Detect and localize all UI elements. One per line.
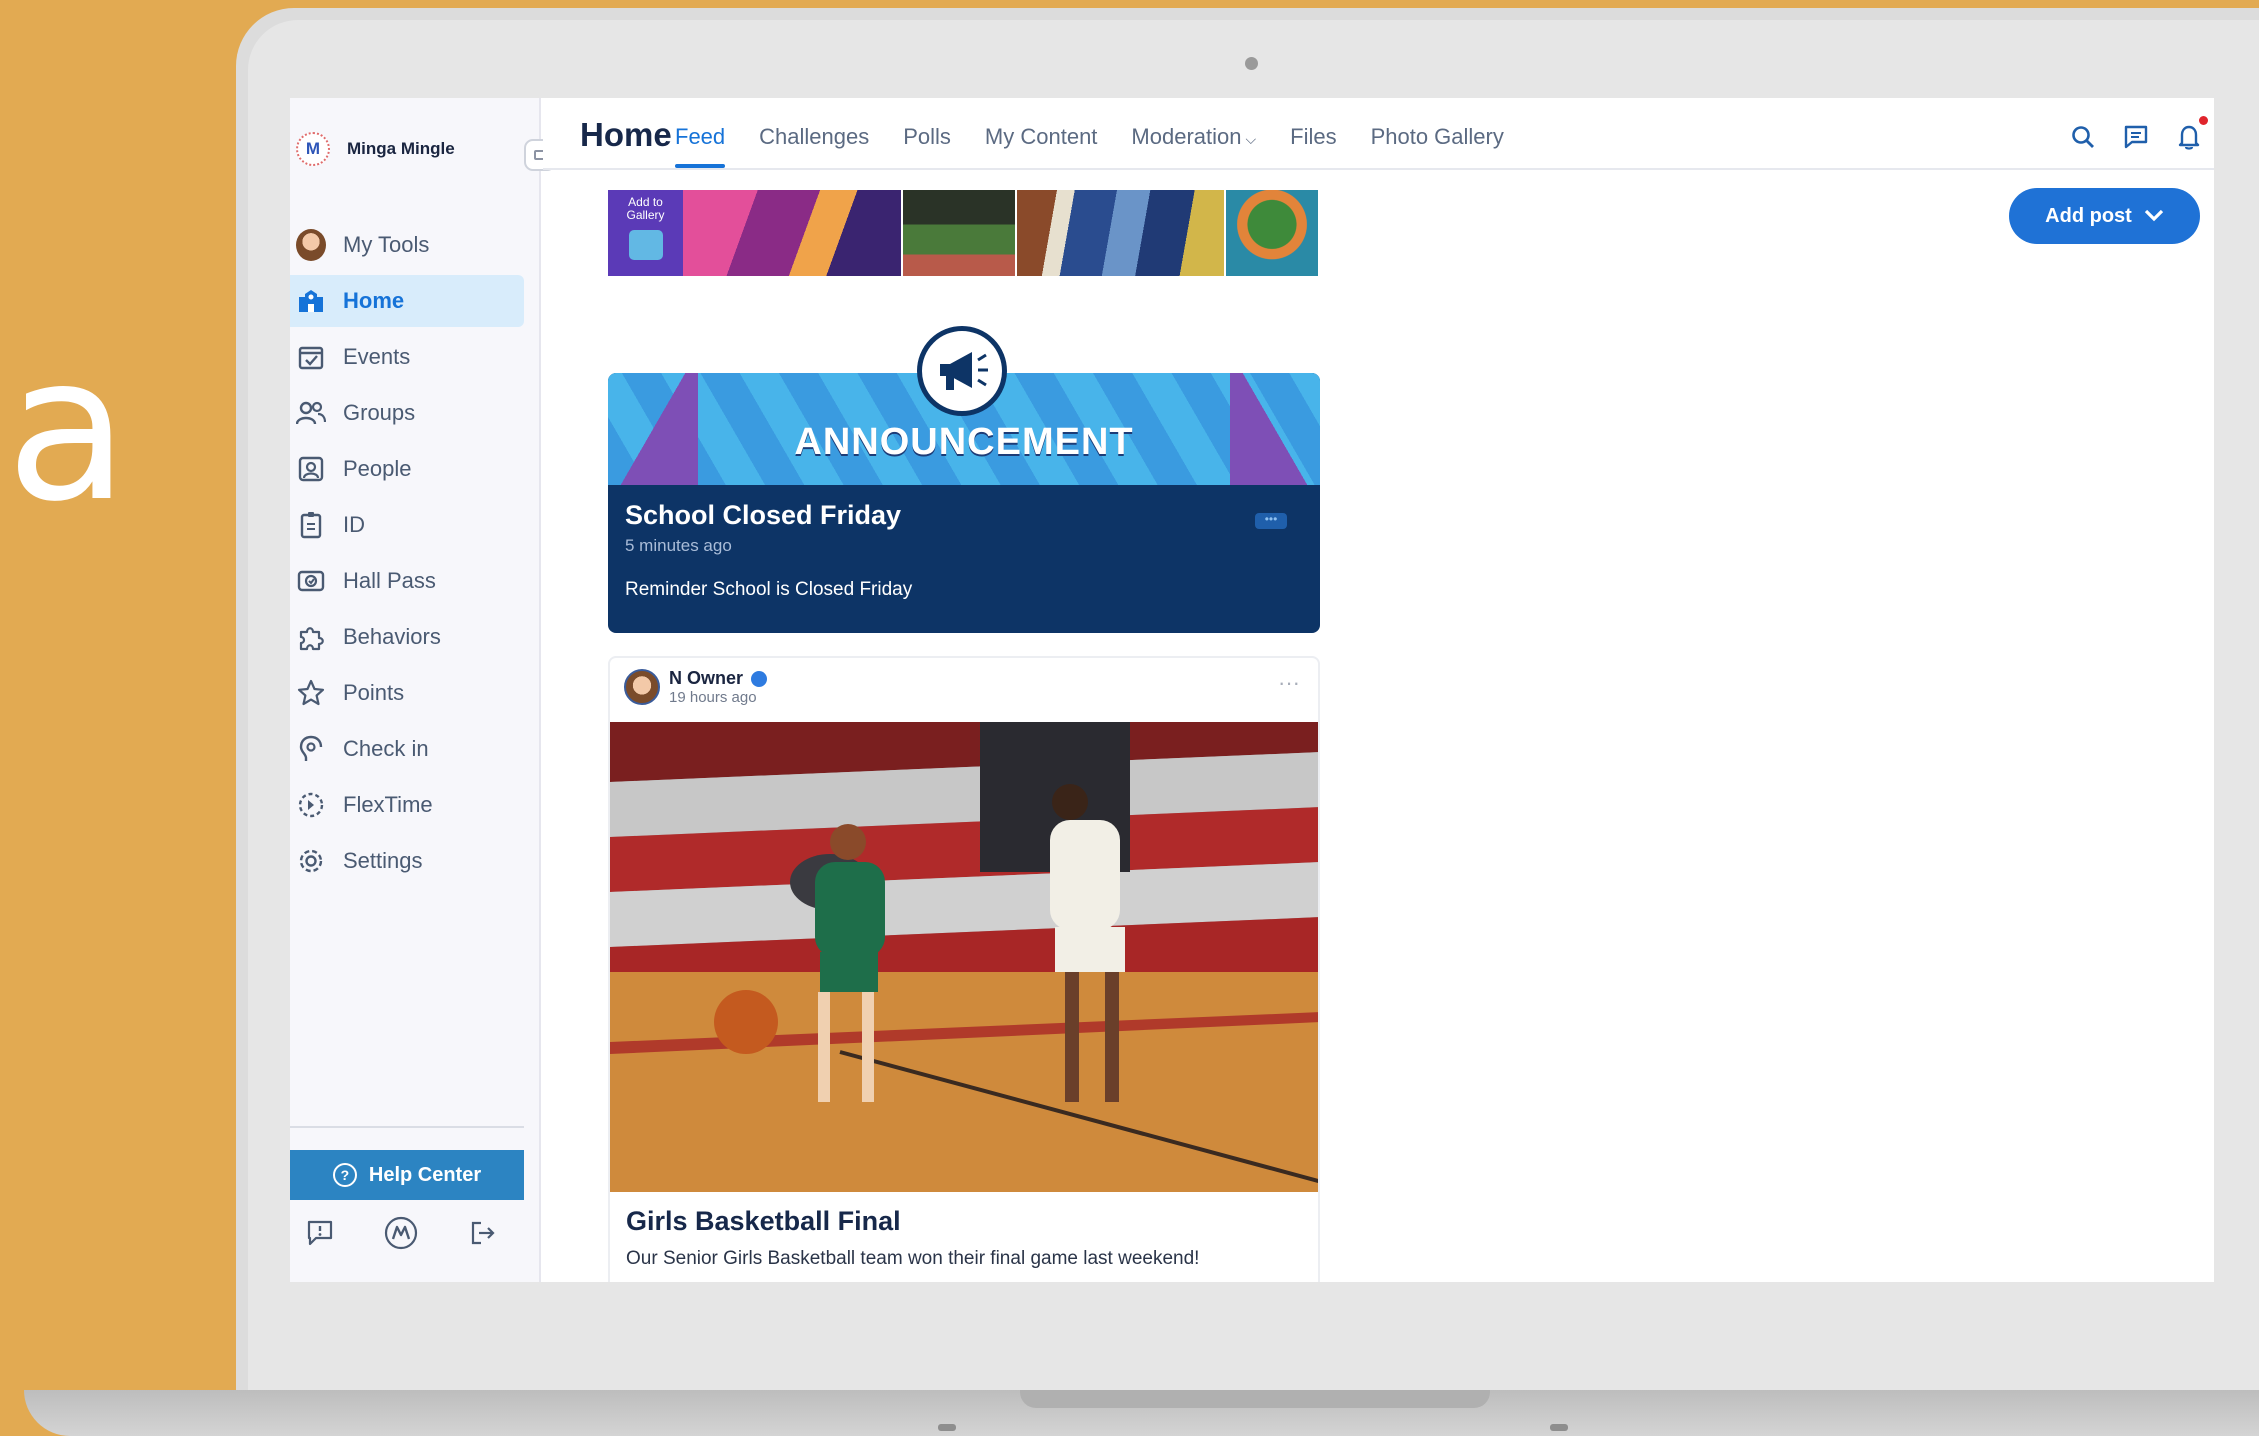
chevron-down-icon <box>2144 206 2164 227</box>
add-to-gallery-label: Add to Gallery <box>626 195 665 223</box>
gallery-photo[interactable] <box>903 190 1015 276</box>
post-title: Girls Basketball Final <box>626 1206 901 1236</box>
laptop-foot <box>1550 1424 1568 1431</box>
sidebar-item-label: Groups <box>343 400 416 425</box>
sidebar-item-id[interactable]: ID <box>290 499 524 551</box>
app-screen: M Minga Mingle My Tools Home Events Grou… <box>290 98 2214 1282</box>
calendar-check-icon <box>296 342 326 372</box>
sidebar-item-check-in[interactable]: Check in <box>290 723 524 775</box>
id-card-icon <box>296 510 326 540</box>
star-icon <box>296 678 326 708</box>
post-time: 19 hours ago <box>669 689 757 706</box>
help-icon: ? <box>332 1163 357 1187</box>
megaphone-icon <box>917 326 1007 416</box>
sidebar-item-label: Behaviors <box>343 624 441 649</box>
sidebar-item-label: My Tools <box>343 232 430 257</box>
laptop-foot <box>938 1424 956 1431</box>
sidebar-item-hall-pass[interactable]: Hall Pass <box>290 555 524 607</box>
check-in-icon <box>296 734 326 764</box>
laptop-notch <box>1020 1390 1490 1408</box>
sidebar-divider <box>290 1126 524 1128</box>
search-icon[interactable] <box>2068 122 2098 152</box>
sidebar: M Minga Mingle My Tools Home Events Grou… <box>290 98 541 1282</box>
flextime-icon <box>296 790 326 820</box>
sidebar-item-points[interactable]: Points <box>290 667 524 719</box>
background-letter: a <box>6 313 129 546</box>
more-options-icon[interactable]: ••• <box>1255 513 1287 529</box>
gallery-photo[interactable] <box>683 190 901 276</box>
post-author-name-text: N Owner <box>669 668 744 688</box>
add-post-button[interactable]: Add post <box>2009 188 2200 244</box>
sidebar-item-flextime[interactable]: FlexTime <box>290 779 524 831</box>
notifications-icon[interactable] <box>2174 116 2208 152</box>
messages-icon[interactable] <box>2121 122 2151 152</box>
help-center-label: Help Center <box>368 1163 482 1186</box>
person-badge-icon <box>296 454 326 484</box>
user-avatar-icon <box>296 229 326 261</box>
sidebar-item-label: ID <box>343 512 365 537</box>
sidebar-hidden <box>290 98 524 150</box>
sidebar-item-settings[interactable]: Settings <box>290 835 524 887</box>
post-body: Our Senior Girls Basketball team won the… <box>626 1248 1200 1269</box>
help-center-button[interactable]: ? Help Center <box>290 1150 524 1200</box>
sidebar-item-home[interactable]: Home <box>290 275 524 327</box>
hall-pass-icon <box>296 566 326 596</box>
minga-icon[interactable] <box>384 1216 418 1250</box>
add-to-gallery-button[interactable]: Add to Gallery <box>608 190 683 276</box>
puzzle-icon <box>296 622 326 652</box>
sidebar-item-label: Hall Pass <box>343 568 436 593</box>
gallery-photo[interactable] <box>1017 190 1224 276</box>
feed: Add to Gallery ANNOUNCEMENT School Close… <box>608 98 1320 1282</box>
post-author: N Owner 19 hours ago <box>669 668 768 706</box>
sidebar-item-label: Points <box>343 680 405 705</box>
add-post-label: Add post <box>2045 204 2132 227</box>
post-image[interactable] <box>610 722 1318 1192</box>
announcement-time: 5 minutes ago <box>625 536 732 555</box>
sidebar-footer <box>290 1216 524 1256</box>
sidebar-item-events[interactable]: Events <box>290 331 524 383</box>
announcement-banner-text: ANNOUNCEMENT <box>794 421 1134 463</box>
sidebar-item-label: Home <box>343 288 405 313</box>
notification-dot <box>2199 116 2208 125</box>
avatar[interactable] <box>624 669 660 705</box>
feedback-icon[interactable] <box>303 1216 337 1250</box>
gallery-photo[interactable] <box>1226 190 1318 276</box>
sidebar-item-label: FlexTime <box>343 792 433 817</box>
logout-icon[interactable] <box>466 1216 500 1250</box>
sidebar-item-label: Events <box>343 344 411 369</box>
more-options-icon[interactable]: ··· <box>1278 672 1300 694</box>
announcement-body: Reminder School is Closed Friday <box>625 579 913 600</box>
verified-badge-icon <box>751 670 768 687</box>
school-icon <box>296 286 326 316</box>
groups-icon <box>296 398 326 428</box>
sidebar-item-label: Settings <box>343 848 423 873</box>
announcement-title: School Closed Friday <box>625 500 902 530</box>
post-author-name[interactable]: N Owner <box>669 668 768 689</box>
sidebar-item-label: Check in <box>343 736 429 761</box>
add-photo-icon <box>628 230 663 261</box>
gear-icon <box>296 846 326 876</box>
post-card[interactable]: N Owner 19 hours ago ··· Girls Basketbal… <box>608 656 1320 1282</box>
camera-icon <box>1245 57 1258 70</box>
sidebar-item-people[interactable]: People <box>290 443 524 495</box>
sidebar-item-groups[interactable]: Groups <box>290 387 524 439</box>
sidebar-item-behaviors[interactable]: Behaviors <box>290 611 524 663</box>
post-header: N Owner 19 hours ago <box>624 668 768 706</box>
sidebar-item-my-tools[interactable]: My Tools <box>290 219 524 271</box>
sidebar-item-label: People <box>343 456 412 481</box>
photo-gallery-strip: Add to Gallery <box>608 190 1320 276</box>
top-actions <box>2045 116 2208 152</box>
tab-photo-gallery[interactable]: Photo Gallery <box>1371 124 1504 168</box>
